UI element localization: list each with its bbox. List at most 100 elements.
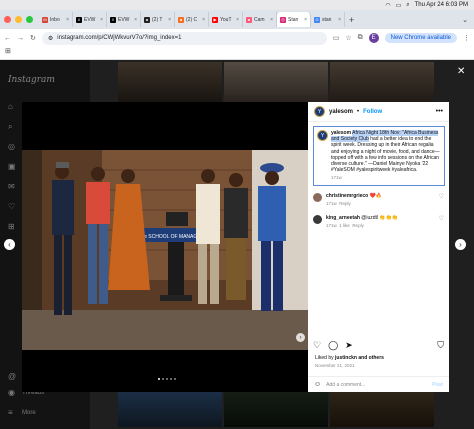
like-heart-icon[interactable]: ♡ [313,340,321,351]
comment-like-heart-icon[interactable]: ♡ [439,193,444,200]
search-icon[interactable]: ⌕ [406,2,409,9]
follow-button[interactable]: Follow [363,109,382,115]
url-field[interactable]: ⚙ instagram.com/p/CWjWkvurV7o/?img_index… [41,31,327,45]
browser-tab[interactable]: ∎ (2) T × [141,12,175,27]
carousel-dot [170,378,172,380]
tab-close-icon[interactable]: × [270,17,273,23]
author-avatar[interactable]: Y [314,106,325,117]
zoom-window-button[interactable] [26,16,33,23]
minimize-window-button[interactable] [15,16,22,23]
comment-bubble-icon[interactable]: ◯ [328,340,338,351]
liked-by-user[interactable]: justinckn [335,355,357,361]
tab-close-icon[interactable]: × [66,17,69,23]
carousel-dot [174,378,176,380]
share-paper-plane-icon[interactable]: ➤ [345,340,353,351]
add-comment-input[interactable]: Add a comment... [326,382,365,388]
tab-favicon-icon: M [42,16,48,23]
browser-tab[interactable]: ◎ Stan × [277,12,311,27]
post-details-panel: Y yalesom • Follow ••• Y yalesom Africa … [308,102,449,392]
browser-tab[interactable]: Gstan × [311,12,345,27]
post-comment-button[interactable]: Post [432,382,443,388]
bookmark-star-icon[interactable]: ☆ [345,34,351,42]
commenter-avatar[interactable] [313,215,322,224]
save-bookmark-icon[interactable]: ⛉ [437,340,444,351]
site-info-icon[interactable]: ⚙ [48,35,53,42]
browser-tab[interactable]: ▶ YouT × [209,12,243,27]
back-icon[interactable]: ← [4,35,11,42]
comment-username[interactable]: christinemrgrieco [326,193,368,199]
caption-age: 171w [331,175,342,181]
comment-text: @iuzdtl 👏👏👏 [361,215,399,221]
comment-item: king_arneetah @iuzdtl 👏👏👏 171w 1 like Re… [308,212,449,234]
comment-username[interactable]: king_arneetah [326,215,360,221]
author-username[interactable]: yalesom [329,109,353,115]
tab-favicon-icon: ▶ [212,16,218,23]
caption-username[interactable]: yalesom [331,130,351,136]
next-post-button[interactable]: › [455,239,466,250]
tab-close-icon[interactable]: × [168,17,171,23]
comment-reply-button[interactable]: Reply [339,201,351,206]
carousel-dot [158,378,160,380]
profile-avatar[interactable]: E [368,33,379,43]
comment-likes[interactable]: 1 like [339,223,350,228]
clock[interactable]: Thu Apr 24 6:03 PM [415,2,468,8]
tab-label: (2) T [152,16,163,23]
forward-icon[interactable]: → [17,35,24,42]
tab-close-icon[interactable]: × [134,17,137,23]
tab-close-icon[interactable]: × [304,17,307,23]
comment-age: 171w [326,223,337,228]
dot-separator: • [357,108,360,115]
tab-close-icon[interactable]: × [338,17,341,23]
comment-reply-button[interactable]: Reply [352,223,364,228]
bookmarks-bar: ⊞ [0,47,474,60]
tab-label: stan [322,16,332,23]
close-window-button[interactable] [4,16,11,23]
macos-menubar: ◠ ▭ ⌕ Thu Apr 24 6:03 PM [0,0,474,10]
browser-tab[interactable]: ∎ (2) C × [175,12,209,27]
tab-favicon-icon: G [314,16,320,23]
wifi-icon[interactable]: ◠ [385,2,390,9]
reload-icon[interactable]: ↻ [30,34,36,42]
tab-close-icon[interactable]: × [236,17,239,23]
more-options-icon[interactable]: ••• [436,108,443,115]
url-text: instagram.com/p/CWjWkvurV7o/?img_index=1 [57,35,182,41]
comment-text: ❤️🔥 [369,193,383,199]
cast-icon[interactable]: ▭ [333,34,340,42]
tab-close-icon[interactable]: × [202,17,205,23]
tab-search-icon[interactable]: ⌄ [462,16,468,24]
browser-tab[interactable]: ∎ Cam × [243,12,277,27]
post-date[interactable]: November 21, 2021 [315,363,355,368]
apps-grid-icon[interactable]: ⊞ [5,48,11,55]
battery-icon[interactable]: ▭ [396,2,402,9]
comment-like-heart-icon[interactable]: ♡ [439,215,444,222]
new-tab-button[interactable]: + [349,15,354,25]
tab-label: EVW [84,16,96,23]
menu-kebab-icon[interactable]: ⋮ [463,34,470,42]
close-icon[interactable]: ✕ [457,66,465,77]
tab-label: Inbo [50,16,60,23]
post-photo[interactable]: Yale SCHOOL OF MANAGEMENT › [22,150,308,350]
caption-text: yalesom Africa Night 18th Nov: "Africa B… [331,130,441,173]
carousel-indicators [158,378,176,380]
browser-tab[interactable]: X EVW × [73,12,107,27]
next-image-button[interactable]: › [296,333,305,342]
liked-by-others[interactable]: and others [357,355,384,361]
tab-close-icon[interactable]: × [100,17,103,23]
previous-post-button[interactable]: ‹ [4,239,15,250]
browser-tab[interactable]: X EVW × [107,12,141,27]
caption-avatar[interactable]: Y [317,130,328,141]
tab-label: Stan [288,16,299,23]
tab-favicon-icon: X [110,16,116,23]
caption-body: had a better idea to end the spirit week… [331,136,440,174]
emoji-icon[interactable]: ☺ [314,381,321,388]
extensions-icon[interactable]: ⧉ [358,34,363,42]
liked-by-prefix: Liked by [315,355,336,361]
browser-tab-bar: M Inbo × X EVW × X EVW × ∎ (2) T × ∎ (2) C × ▶ YouT × ∎ Cam… [0,10,474,29]
add-comment-bar: ☺ Add a comment... Post [308,376,449,392]
group-photo-illustration: Yale SCHOOL OF MANAGEMENT [22,150,308,350]
tab-label: YouT [220,16,232,23]
browser-tab[interactable]: M Inbo × [39,12,73,27]
commenter-avatar[interactable] [313,193,322,202]
new-chrome-available-button[interactable]: New Chrome available [384,33,457,43]
instagram-page: Instagram ⌂ ⌕ ◎ ▣ ✉ ♡ ⊞ @ ◉ Threads ≡ Mo… [0,60,474,429]
